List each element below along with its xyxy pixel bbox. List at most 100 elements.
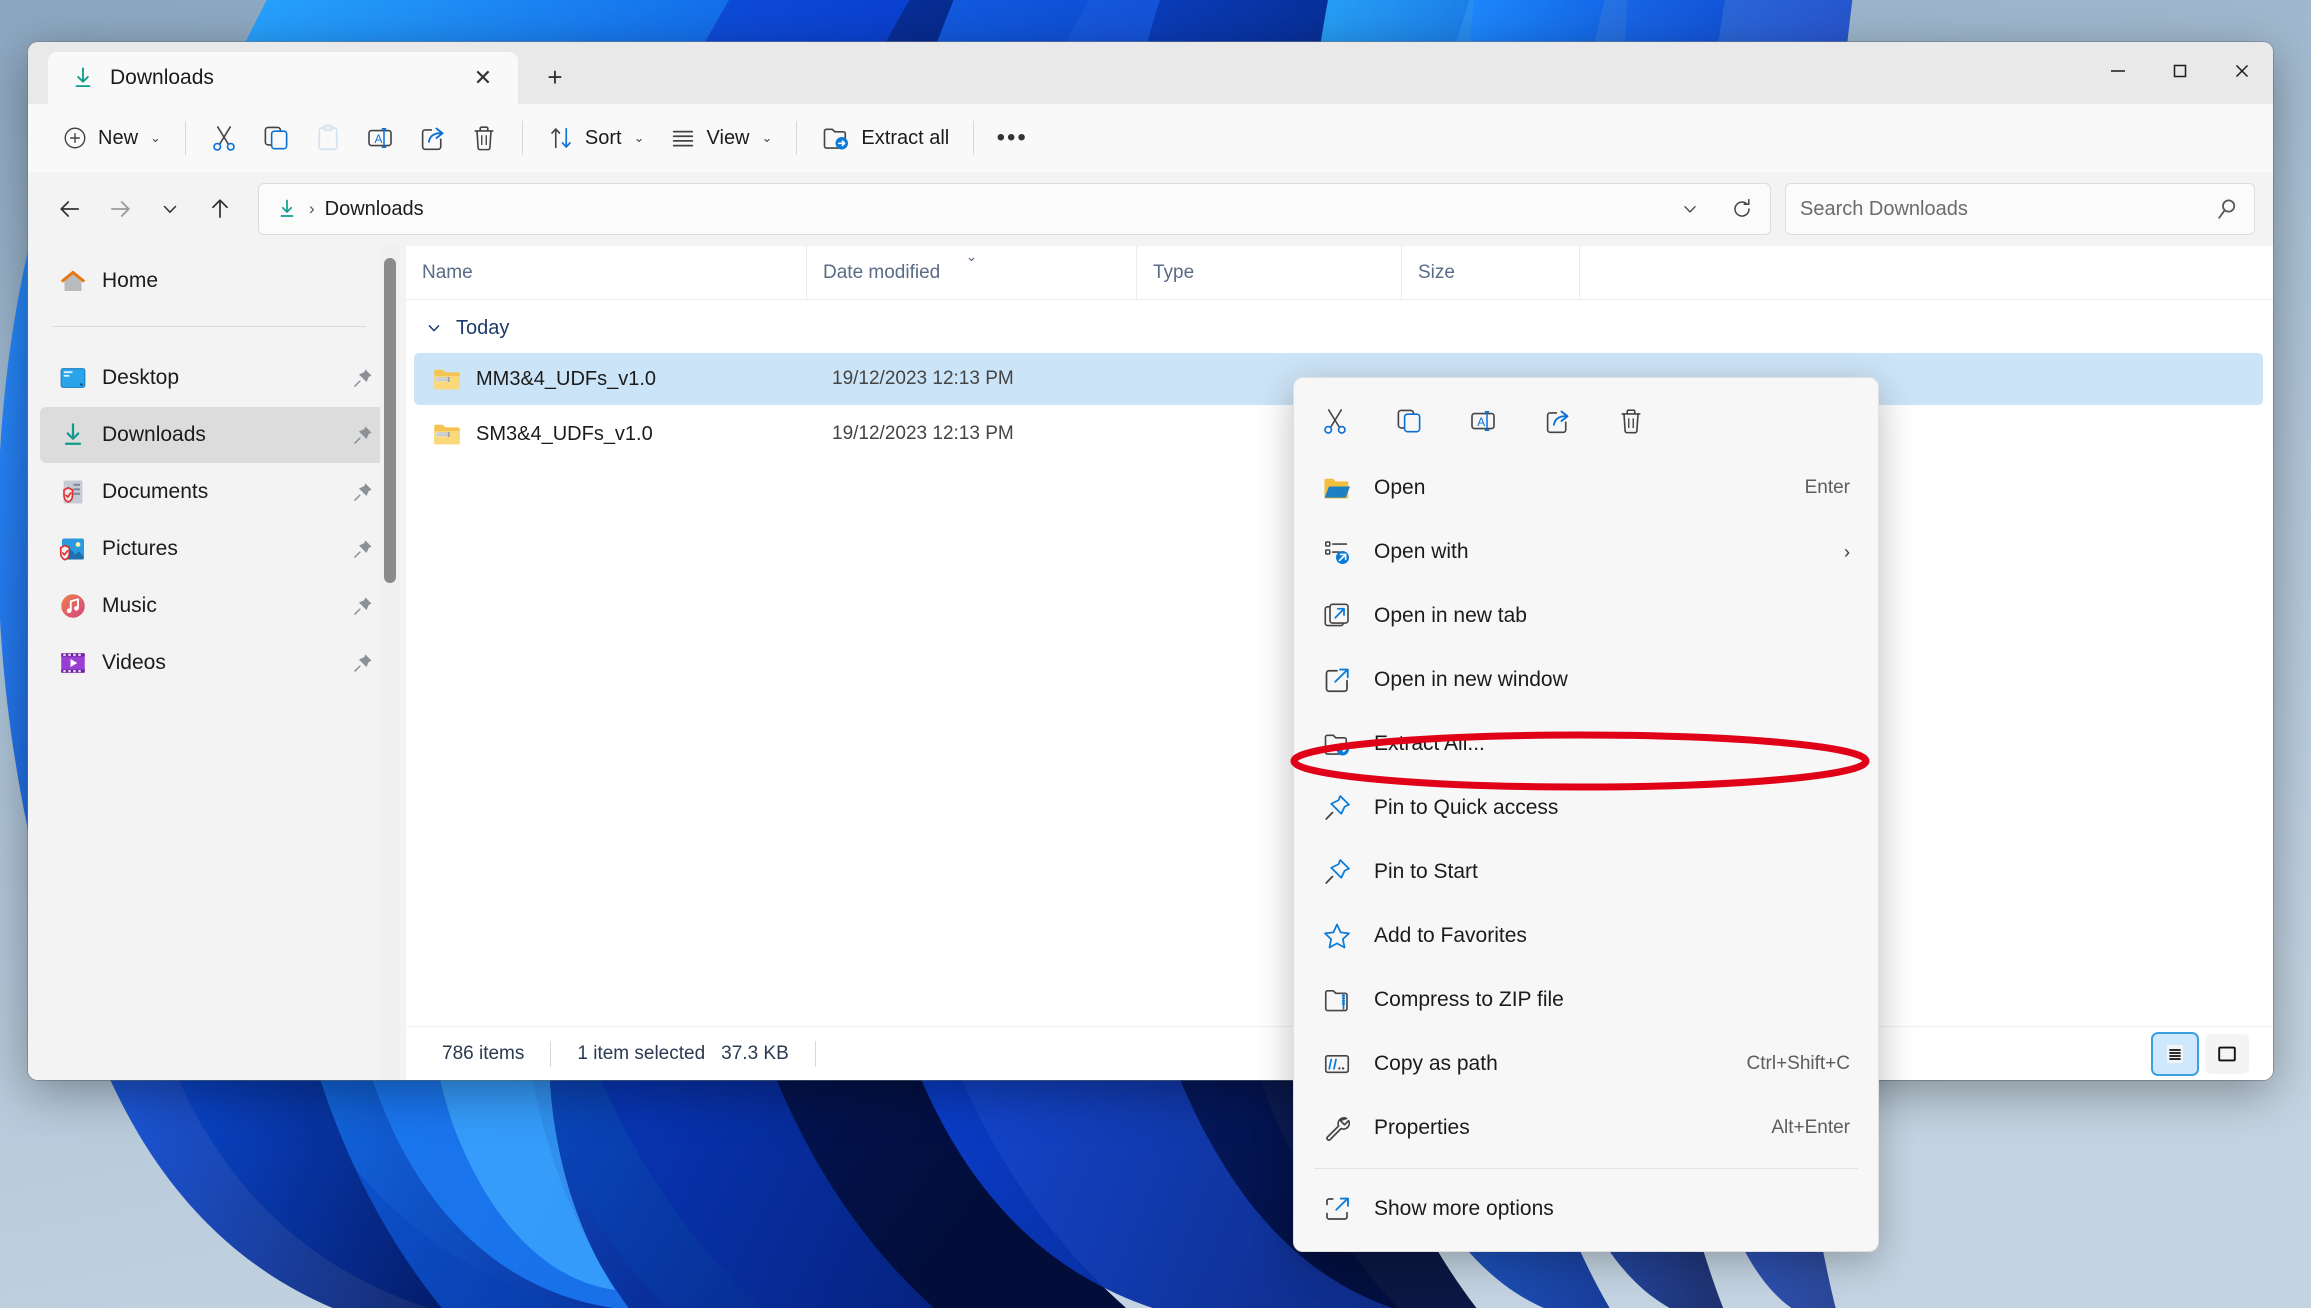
context-menu-icon-row: A xyxy=(1294,386,1878,456)
svg-text:A: A xyxy=(1477,415,1485,429)
copy-button[interactable] xyxy=(250,114,302,162)
column-header-date-modified[interactable]: ⌄ Date modified xyxy=(806,246,1136,299)
preview-pane-button[interactable] xyxy=(2205,1033,2249,1074)
context-menu-item-compress-to-zip[interactable]: Compress to ZIP file xyxy=(1300,968,1872,1032)
preview-pane-icon xyxy=(2218,1046,2236,1061)
search-icon[interactable] xyxy=(2214,196,2240,222)
forward-button[interactable] xyxy=(96,185,144,233)
extract-all-button[interactable]: Extract all xyxy=(809,114,961,162)
details-view-button[interactable] xyxy=(2151,1031,2199,1076)
column-header-size[interactable]: Size xyxy=(1401,246,1579,299)
share-button[interactable] xyxy=(406,114,458,162)
view-button[interactable]: View ⌄ xyxy=(657,114,785,162)
pin-icon[interactable] xyxy=(352,481,374,503)
extract-all-icon xyxy=(1324,734,1349,756)
context-menu-item-properties[interactable]: Properties Alt+Enter xyxy=(1300,1096,1872,1160)
copy-button[interactable] xyxy=(1386,398,1432,444)
see-more-button[interactable]: ••• xyxy=(986,114,1038,162)
divider xyxy=(521,121,523,155)
search-input[interactable] xyxy=(1800,197,2214,221)
context-menu-item-copy-as-path[interactable]: Copy as path Ctrl+Shift+C xyxy=(1300,1032,1872,1096)
context-menu-item-label: Pin to Quick access xyxy=(1374,796,1559,819)
downloads-icon xyxy=(75,67,91,88)
command-bar: New ⌄ A Sort ⌄ View ⌄ Extract all ••• xyxy=(28,104,2273,172)
up-button[interactable] xyxy=(196,185,244,233)
pin-icon xyxy=(1325,859,1350,884)
sidebar-item-pictures[interactable]: Pictures xyxy=(40,521,388,577)
cut-button[interactable] xyxy=(1312,398,1358,444)
maximize-button[interactable] xyxy=(2149,42,2211,100)
context-menu-item-label: Open in new window xyxy=(1374,668,1568,691)
new-tab-icon xyxy=(1324,603,1349,627)
breadcrumb[interactable]: › Downloads xyxy=(258,183,1771,235)
star-icon xyxy=(1324,923,1350,949)
delete-button[interactable] xyxy=(458,114,510,162)
minimize-button[interactable] xyxy=(2087,42,2149,100)
desktop-icon xyxy=(60,368,86,388)
sidebar-item-home[interactable]: Home xyxy=(40,253,388,309)
context-menu-item-open-with[interactable]: Open with › xyxy=(1300,520,1872,584)
pin-icon[interactable] xyxy=(352,367,374,389)
recent-locations-button[interactable] xyxy=(146,185,194,233)
context-menu-item-add-to-favorites[interactable]: Add to Favorites xyxy=(1300,904,1872,968)
pin-icon[interactable] xyxy=(352,595,374,617)
file-name: MM3&4_UDFs_v1.0 xyxy=(476,367,657,390)
close-window-button[interactable] xyxy=(2211,42,2273,100)
pin-icon[interactable] xyxy=(352,652,374,674)
context-menu-item-open-in-new-window[interactable]: Open in new window xyxy=(1300,648,1872,712)
group-header-today[interactable]: Today xyxy=(406,306,2273,350)
column-header-name[interactable]: Name xyxy=(406,246,806,299)
context-menu-item-accel: Alt+Enter xyxy=(1771,1117,1850,1138)
context-menu-item-open-in-new-tab[interactable]: Open in new tab xyxy=(1300,584,1872,648)
rename-button[interactable]: A xyxy=(354,114,406,162)
sidebar-item-music[interactable]: Music xyxy=(40,578,388,634)
title-bar: Downloads ✕ + xyxy=(28,42,2273,104)
context-menu-item-extract-all[interactable]: Extract All... xyxy=(1300,712,1872,776)
column-header-type[interactable]: Type xyxy=(1136,246,1401,299)
close-tab-icon[interactable]: ✕ xyxy=(464,59,502,97)
breadcrumb-current[interactable]: Downloads xyxy=(325,198,424,221)
search-box[interactable] xyxy=(1785,183,2255,235)
delete-button[interactable] xyxy=(1608,398,1654,444)
breadcrumb-dropdown-button[interactable] xyxy=(1668,187,1712,231)
context-menu-item-label: Show more options xyxy=(1374,1197,1554,1220)
pin-icon[interactable] xyxy=(352,538,374,560)
zip-folder-icon xyxy=(434,369,460,390)
chevron-down-icon[interactable] xyxy=(424,318,444,338)
pin-icon[interactable] xyxy=(352,424,374,446)
file-date-modified: 19/12/2023 12:13 PM xyxy=(832,368,1014,389)
cut-button[interactable] xyxy=(198,114,250,162)
item-count: 786 items xyxy=(442,1042,525,1064)
share-button[interactable] xyxy=(1534,398,1580,444)
paste-button[interactable] xyxy=(302,114,354,162)
context-menu-item-label: Open xyxy=(1374,476,1426,499)
extract-all-icon xyxy=(824,128,849,150)
copy-icon xyxy=(264,126,288,150)
context-menu-item-label: Copy as path xyxy=(1374,1052,1498,1075)
refresh-button[interactable] xyxy=(1720,187,1764,231)
context-menu-item-show-more-options[interactable]: Show more options xyxy=(1300,1177,1872,1241)
new-tab-button[interactable]: + xyxy=(532,54,578,100)
cut-icon xyxy=(1324,409,1346,434)
divider xyxy=(184,121,186,155)
pin-icon xyxy=(1325,795,1350,820)
window-body: Home Desktop Downloads Documents Picture… xyxy=(28,246,2273,1080)
rename-icon: A xyxy=(368,128,392,148)
tab-downloads[interactable]: Downloads ✕ xyxy=(48,52,518,104)
context-menu-item-open[interactable]: Open Enter xyxy=(1300,456,1872,520)
back-button[interactable] xyxy=(46,185,94,233)
context-menu-item-accel: Ctrl+Shift+C xyxy=(1746,1053,1850,1074)
sidebar-item-desktop[interactable]: Desktop xyxy=(40,350,388,406)
rename-button[interactable]: A xyxy=(1460,398,1506,444)
downloads-icon xyxy=(280,199,294,217)
sort-button[interactable]: Sort ⌄ xyxy=(535,114,657,162)
context-menu-item-pin-to-start[interactable]: Pin to Start xyxy=(1300,840,1872,904)
sidebar-item-documents[interactable]: Documents xyxy=(40,464,388,520)
sidebar-scrollbar[interactable] xyxy=(384,258,396,583)
sidebar-item-downloads[interactable]: Downloads xyxy=(40,407,388,463)
new-button[interactable]: New ⌄ xyxy=(50,114,173,162)
refresh-icon xyxy=(1734,198,1750,217)
divider xyxy=(550,1040,552,1067)
context-menu-item-pin-to-quick-access[interactable]: Pin to Quick access xyxy=(1300,776,1872,840)
sidebar-item-videos[interactable]: Videos xyxy=(40,635,388,691)
